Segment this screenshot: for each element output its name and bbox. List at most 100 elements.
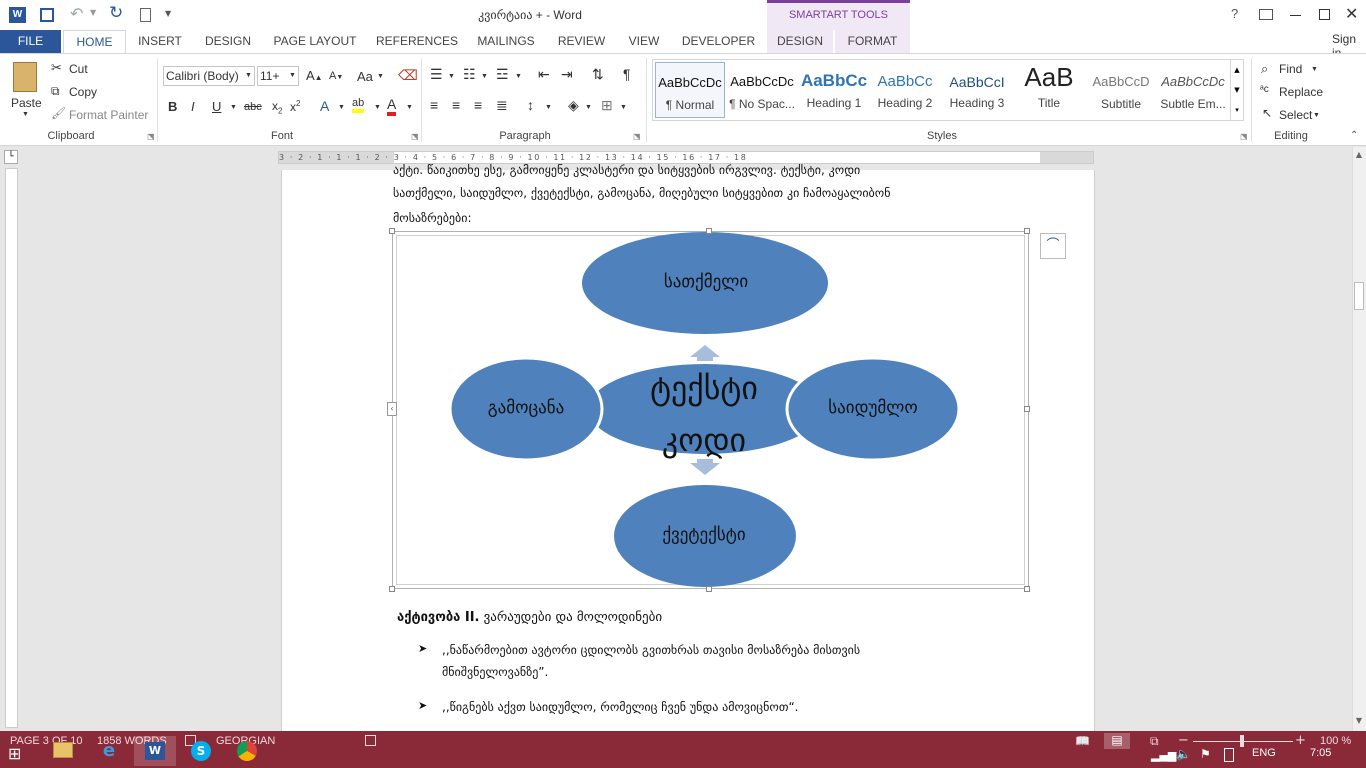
clipboard-launcher-icon[interactable]: ⬔ <box>147 132 155 141</box>
superscript-button[interactable]: x2 <box>290 99 300 114</box>
style-normal[interactable]: AaBbCcDc ¶ Normal <box>655 62 725 118</box>
replace-button[interactable]: Replace <box>1279 85 1323 99</box>
save-icon[interactable] <box>40 8 54 22</box>
copy-icon[interactable]: ⧉ <box>51 84 60 99</box>
style-heading-2[interactable]: AaBbCc Heading 2 <box>870 62 940 118</box>
resize-handle[interactable] <box>389 228 395 234</box>
web-layout-icon[interactable]: ⧉ <box>1150 734 1159 749</box>
borders-icon[interactable]: ⊞ <box>601 97 613 114</box>
smartart-layout-options-icon[interactable]: ⌒ <box>1040 233 1066 259</box>
resize-handle[interactable] <box>1024 228 1030 234</box>
scroll-up-icon[interactable]: ▲ <box>1353 150 1365 159</box>
flag-icon[interactable]: ⚑ <box>1200 747 1211 761</box>
word-app-icon[interactable]: W <box>9 7 26 23</box>
undo-dropdown-icon[interactable]: ▼ <box>90 8 96 17</box>
highlight-color-icon[interactable]: ab <box>352 97 365 113</box>
paragraph-launcher-icon[interactable]: ⬔ <box>633 132 641 141</box>
resize-handle[interactable] <box>1024 406 1030 412</box>
font-name-dropdown-icon[interactable]: ▼ <box>245 72 252 79</box>
keyboard-language[interactable]: ENG <box>1252 747 1276 759</box>
paste-dropdown-icon[interactable]: ▼ <box>22 111 29 118</box>
tab-page-layout[interactable]: PAGE LAYOUT <box>266 30 364 53</box>
tab-selector[interactable]: └ <box>4 150 18 164</box>
zoom-in-button[interactable]: + <box>1295 733 1306 748</box>
bullets-icon[interactable]: ☰ <box>430 66 443 83</box>
paste-icon[interactable] <box>13 62 37 92</box>
scrollbar-thumb[interactable] <box>1354 282 1364 310</box>
styles-launcher-icon[interactable]: ⬔ <box>1240 132 1248 141</box>
collapse-ribbon-icon[interactable]: ⌃ <box>1350 130 1358 141</box>
tab-smartart-design[interactable]: DESIGN <box>767 30 833 53</box>
battery-icon[interactable] <box>1224 748 1234 762</box>
select-dropdown-icon[interactable]: ▼ <box>1313 112 1320 119</box>
borders-dropdown-icon[interactable]: ▼ <box>620 104 627 111</box>
tab-view[interactable]: VIEW <box>620 30 668 53</box>
taskbar-chrome[interactable] <box>226 736 268 766</box>
font-launcher-icon[interactable]: ⬔ <box>411 132 419 141</box>
text-effects-icon[interactable]: A <box>320 98 329 114</box>
underline-dropdown-icon[interactable]: ▼ <box>230 104 237 111</box>
macro-record-icon[interactable] <box>365 735 376 746</box>
format-painter-button[interactable]: Format Painter <box>69 108 148 122</box>
zoom-level[interactable]: 100 % <box>1320 735 1351 747</box>
tab-design[interactable]: DESIGN <box>197 30 259 53</box>
align-left-icon[interactable]: ≡ <box>430 97 438 113</box>
justify-icon[interactable]: ≣ <box>496 97 508 114</box>
font-color-icon[interactable]: A <box>387 96 397 116</box>
increase-indent-icon[interactable]: ⇥ <box>561 66 573 83</box>
volume-icon[interactable]: 🔈 <box>1176 747 1191 761</box>
tab-smartart-format[interactable]: FORMAT <box>835 30 910 53</box>
taskbar-skype[interactable]: S <box>180 736 222 766</box>
tab-references[interactable]: REFERENCES <box>373 30 461 53</box>
align-center-icon[interactable]: ≡ <box>452 97 460 113</box>
vertical-scrollbar[interactable] <box>1352 147 1366 731</box>
tab-developer[interactable]: DEVELOPER <box>677 30 760 53</box>
ribbon-display-options-icon[interactable] <box>1259 9 1273 20</box>
print-layout-icon[interactable]: ▤ <box>1104 733 1130 749</box>
replace-icon[interactable]: ᵃc <box>1260 84 1269 95</box>
start-button[interactable]: ⊞ <box>8 744 21 763</box>
bullets-dropdown-icon[interactable]: ▼ <box>448 73 455 80</box>
styles-more-icon[interactable]: ▾ <box>1230 100 1243 120</box>
numbering-icon[interactable]: ☷ <box>463 66 476 83</box>
zoom-out-button[interactable]: − <box>1178 733 1189 748</box>
maximize-button[interactable] <box>1319 9 1330 20</box>
strikethrough-button[interactable]: abc <box>244 101 262 113</box>
style-heading-3[interactable]: AaBbCcI Heading 3 <box>942 62 1012 118</box>
copy-button[interactable]: Copy <box>69 85 97 99</box>
customize-qat-icon[interactable]: ▼ <box>165 9 171 18</box>
style-heading-1[interactable]: AaBbCc Heading 1 <box>799 62 869 118</box>
bold-button[interactable]: B <box>168 99 177 114</box>
taskbar-file-explorer[interactable] <box>42 736 84 766</box>
text-effects-dropdown-icon[interactable]: ▼ <box>338 104 345 111</box>
format-painter-icon[interactable]: 🖌 <box>51 106 66 120</box>
find-button[interactable]: Find <box>1279 62 1302 76</box>
multilevel-list-icon[interactable]: ☲ <box>496 66 509 83</box>
cut-icon[interactable]: ✂ <box>51 60 62 76</box>
styles-scroll-up-icon[interactable]: ▲ <box>1230 60 1243 80</box>
new-document-icon[interactable] <box>140 8 151 22</box>
undo-icon[interactable]: ↶ <box>70 4 83 23</box>
taskbar-internet-explorer[interactable]: e <box>88 736 130 766</box>
style-subtitle[interactable]: AaBbCcD Subtitle <box>1086 62 1156 118</box>
italic-button[interactable]: I <box>191 99 195 114</box>
close-button[interactable]: ✕ <box>1345 4 1358 23</box>
read-mode-icon[interactable]: 📖 <box>1075 734 1090 748</box>
tab-mailings[interactable]: MAILINGS <box>470 30 542 53</box>
resize-handle[interactable] <box>706 228 712 234</box>
paste-button[interactable]: Paste <box>11 96 42 110</box>
signal-icon[interactable]: ▂▄▆ <box>1151 749 1176 762</box>
help-button[interactable]: ? <box>1231 6 1238 21</box>
line-spacing-icon[interactable]: ↕ <box>527 97 534 113</box>
shrink-font-icon[interactable]: A▼ <box>329 70 343 82</box>
tab-review[interactable]: REVIEW <box>551 30 612 53</box>
style-no-spacing[interactable]: AaBbCcDc ¶ No Spac... <box>727 62 797 118</box>
grow-font-icon[interactable]: A▲ <box>306 68 323 83</box>
cut-button[interactable]: Cut <box>69 62 88 76</box>
shading-icon[interactable]: ◈ <box>568 97 579 114</box>
decrease-indent-icon[interactable]: ⇤ <box>538 66 550 83</box>
shading-dropdown-icon[interactable]: ▼ <box>585 104 592 111</box>
change-case-dropdown-icon[interactable]: ▼ <box>377 73 384 80</box>
minimize-button[interactable] <box>1290 15 1301 16</box>
sort-icon[interactable]: ⇅ <box>592 66 604 83</box>
